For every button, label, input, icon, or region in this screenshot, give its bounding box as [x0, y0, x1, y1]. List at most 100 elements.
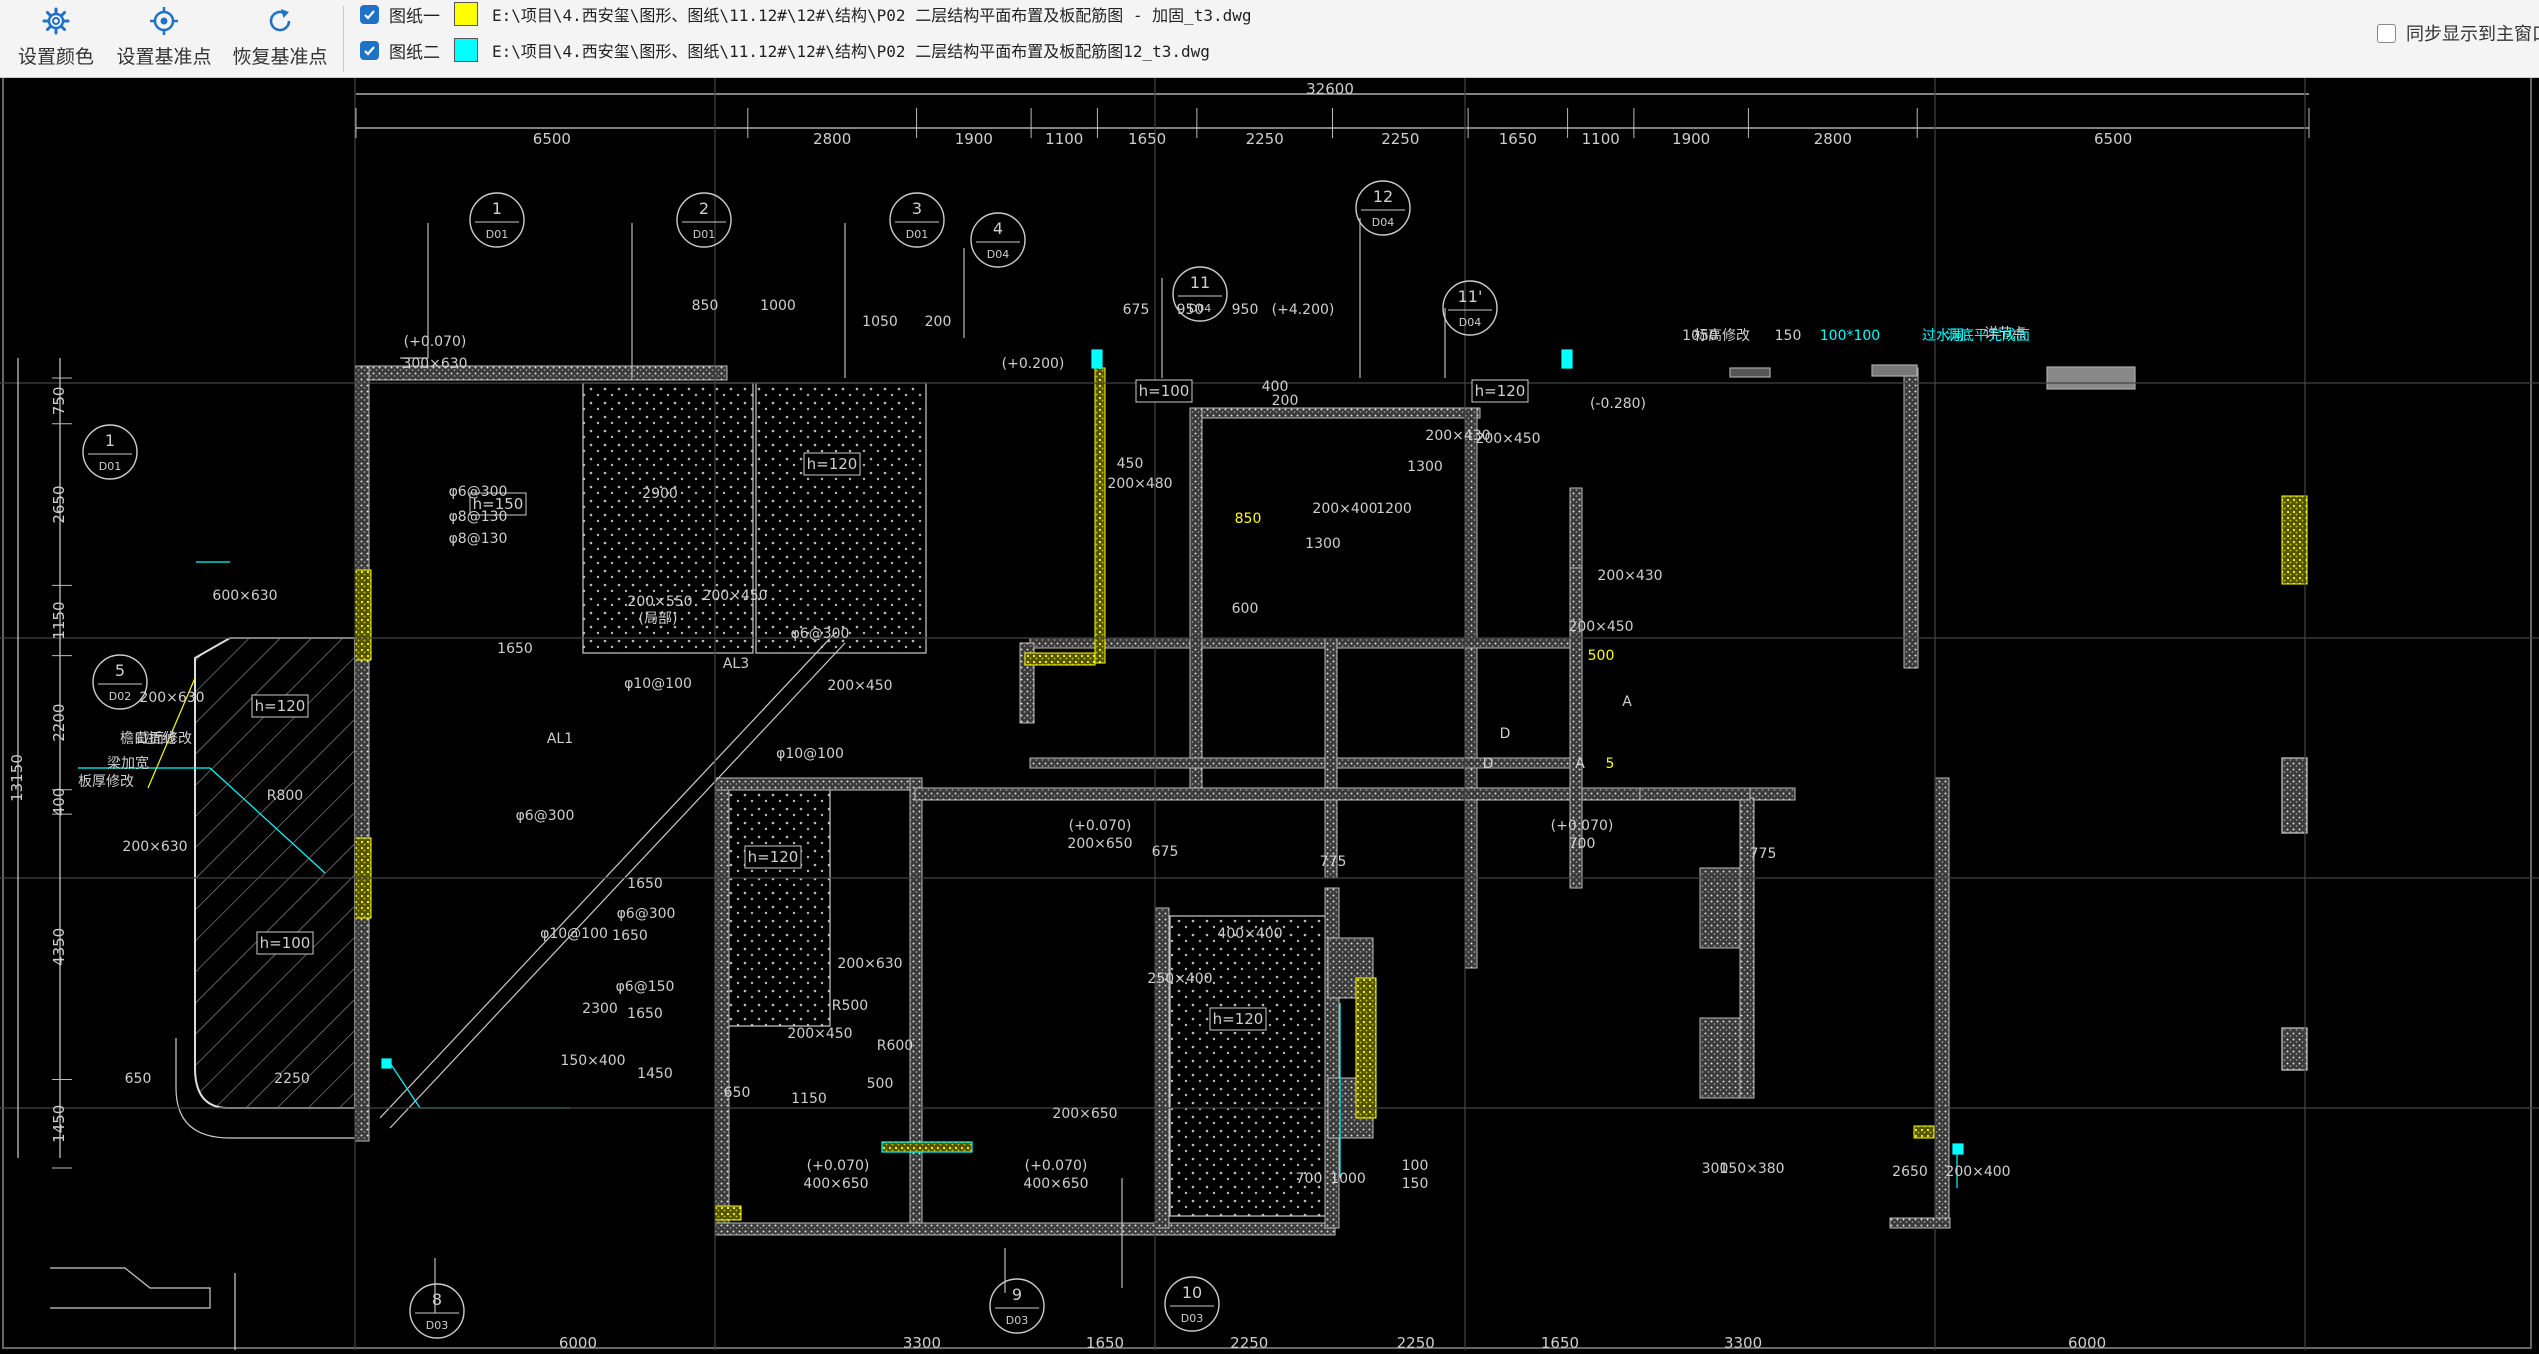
detail-number: 1: [492, 199, 502, 218]
drawing-annotation: (+0.070): [1551, 818, 1614, 834]
detail-reference: D01: [99, 460, 121, 473]
detail-number: 11': [1458, 287, 1483, 306]
drawing-annotation: 950: [1177, 302, 1204, 318]
detail-reference: D01: [486, 228, 508, 241]
detail-reference: D03: [1181, 1312, 1203, 1325]
drawing-annotation: 400×650: [803, 1176, 868, 1192]
top-dimension: 1100: [1045, 130, 1083, 148]
drawing-annotation: 200×550: [627, 594, 692, 610]
drawing-one-label: 图纸一: [389, 6, 440, 27]
drawing-one-path: E:\项目\4.西安玺\图形、图纸\11.12#\12#\结构\P02 二层结构…: [492, 6, 1252, 25]
detail-reference: D02: [109, 690, 131, 703]
detail-reference: D03: [1006, 1314, 1028, 1327]
drawing-annotation: φ6@300: [617, 906, 676, 922]
cad-canvas[interactable]: 6500 2800 1900 1100 1650 2250 2250 1650 1100 1900…: [0, 75, 2539, 1352]
drawing-annotation: 200×450: [787, 1026, 852, 1042]
sync-option[interactable]: 同步显示到主窗口: [2377, 20, 2539, 46]
bottom-dimension: 6000: [559, 1334, 597, 1350]
drawing-annotation: 450: [1117, 456, 1144, 472]
detail-reference: D04: [1372, 216, 1394, 229]
drawing-annotation: 1300: [1305, 536, 1341, 552]
drawing-annotation: (-0.280): [1590, 396, 1646, 412]
toolbar: 设置颜色 设置基准点 恢复基准点 图纸一 E:\项目\4.西安玺\图形、图纸\1…: [0, 0, 2539, 78]
drawing-view[interactable]: 6500 2800 1900 1100 1650 2250 2250 1650 1100 1900…: [0, 75, 2539, 1352]
drawing-annotation: 600×630: [212, 588, 277, 604]
drawing-annotation: 200×450: [1475, 431, 1540, 447]
detail-reference: D04: [1459, 316, 1481, 329]
drawing-annotation: 400×400: [1217, 926, 1282, 942]
check-icon: [364, 45, 375, 56]
drawing-annotation: 400×650: [1023, 1176, 1088, 1192]
drawing-annotation: (+0.070): [1025, 1158, 1088, 1174]
drawing-annotation: 150: [1775, 328, 1802, 344]
drawing-annotation: φ6@150: [616, 979, 675, 995]
drawing-annotation: 300×630: [402, 356, 467, 372]
drawing-annotation: 500: [1588, 648, 1615, 664]
drawing-two-checkbox[interactable]: [360, 40, 379, 60]
top-dimension: 2800: [813, 130, 851, 148]
slab-thickness-text: h=120: [255, 697, 306, 715]
drawing-annotation: 梁加宽: [107, 755, 149, 772]
total-dimension: 32600: [1306, 80, 1354, 98]
slab-thickness-label: h=120: [744, 845, 802, 869]
detail-number: 3: [912, 199, 922, 218]
restore-base-point-button[interactable]: 恢复基准点: [230, 2, 330, 74]
drawing-annotation: φ10@100: [776, 746, 844, 762]
top-dimension: 2250: [1246, 130, 1284, 148]
top-dimension: 6500: [533, 130, 571, 148]
set-color-label: 设置颜色: [17, 46, 94, 68]
drawing-one-color-swatch[interactable]: [454, 2, 478, 26]
slab-thickness-text: h=120: [807, 455, 858, 473]
drawing-annotation: 650: [724, 1085, 751, 1101]
drawing-annotation: φ10@100: [540, 926, 608, 942]
set-color-button[interactable]: 设置颜色: [14, 2, 98, 74]
drawing-annotation: 1000: [1330, 1171, 1366, 1187]
detail-bubble: 3 D01: [889, 192, 945, 248]
drawing-two-label: 图纸二: [389, 42, 440, 63]
drawing-annotation: 200×450: [702, 588, 767, 604]
top-dimension: 1100: [1582, 130, 1620, 148]
drawing-annotation: 150×400: [560, 1053, 625, 1069]
drawing-annotation: 1450: [637, 1066, 673, 1082]
refresh-icon: [269, 9, 291, 32]
drawing-annotation: 850: [692, 298, 719, 314]
sync-checkbox[interactable]: [2377, 23, 2396, 43]
top-dimension: 1900: [955, 130, 993, 148]
drawing-annotation: 详节点: [1984, 326, 2026, 342]
drawing-annotation: φ6@300: [791, 626, 850, 642]
drawing-annotation: 1650: [627, 876, 663, 892]
drawing-annotation: 500: [867, 1076, 894, 1092]
drawing-annotation: 1650: [627, 1006, 663, 1022]
drawing-annotation: 250×400: [1147, 971, 1212, 987]
bottom-dimension: 2250: [1397, 1334, 1435, 1350]
drawing-annotation: 200×630: [837, 956, 902, 972]
slab-thickness-label: h=120: [251, 694, 309, 718]
drawing-annotation: φ6@300: [516, 808, 575, 824]
drawing-annotation: 1200: [1376, 501, 1412, 517]
top-dimension: 2800: [1814, 130, 1852, 148]
drawing-annotation: 650: [125, 1071, 152, 1087]
detail-number: 12: [1373, 187, 1393, 206]
drawing-annotation: 板厚修改: [78, 774, 134, 790]
drawing-one-checkbox[interactable]: [360, 4, 379, 24]
detail-bubble: 1 D01: [82, 424, 138, 480]
drawing-two-color-swatch[interactable]: [454, 38, 478, 62]
drawing-annotation: φ8@130: [449, 509, 508, 525]
drawing-annotation: 775: [1320, 854, 1347, 870]
left-dimension: 2200: [50, 704, 68, 742]
detail-reference: D01: [693, 228, 715, 241]
detail-bubble: 8 D03: [409, 1283, 465, 1339]
drawing-annotation: (+0.070): [807, 1158, 870, 1174]
drawing-annotation: (+0.070): [404, 334, 467, 350]
drawing-annotation: 标高修改: [1694, 327, 1750, 344]
top-dimension: 6500: [2094, 130, 2132, 148]
drawing-annotation: R500: [832, 998, 868, 1014]
drawing-annotation: 100: [1402, 1158, 1429, 1174]
detail-reference: D04: [987, 248, 1009, 261]
detail-bubble: 11' D04: [1442, 280, 1498, 336]
drawing-annotation: 200×430: [1597, 568, 1662, 584]
drawing-annotation: 200×630: [122, 839, 187, 855]
drawing-annotation: (局部): [639, 611, 678, 627]
set-base-point-button[interactable]: 设置基准点: [114, 2, 214, 74]
drawing-annotation: 600: [1232, 601, 1259, 617]
